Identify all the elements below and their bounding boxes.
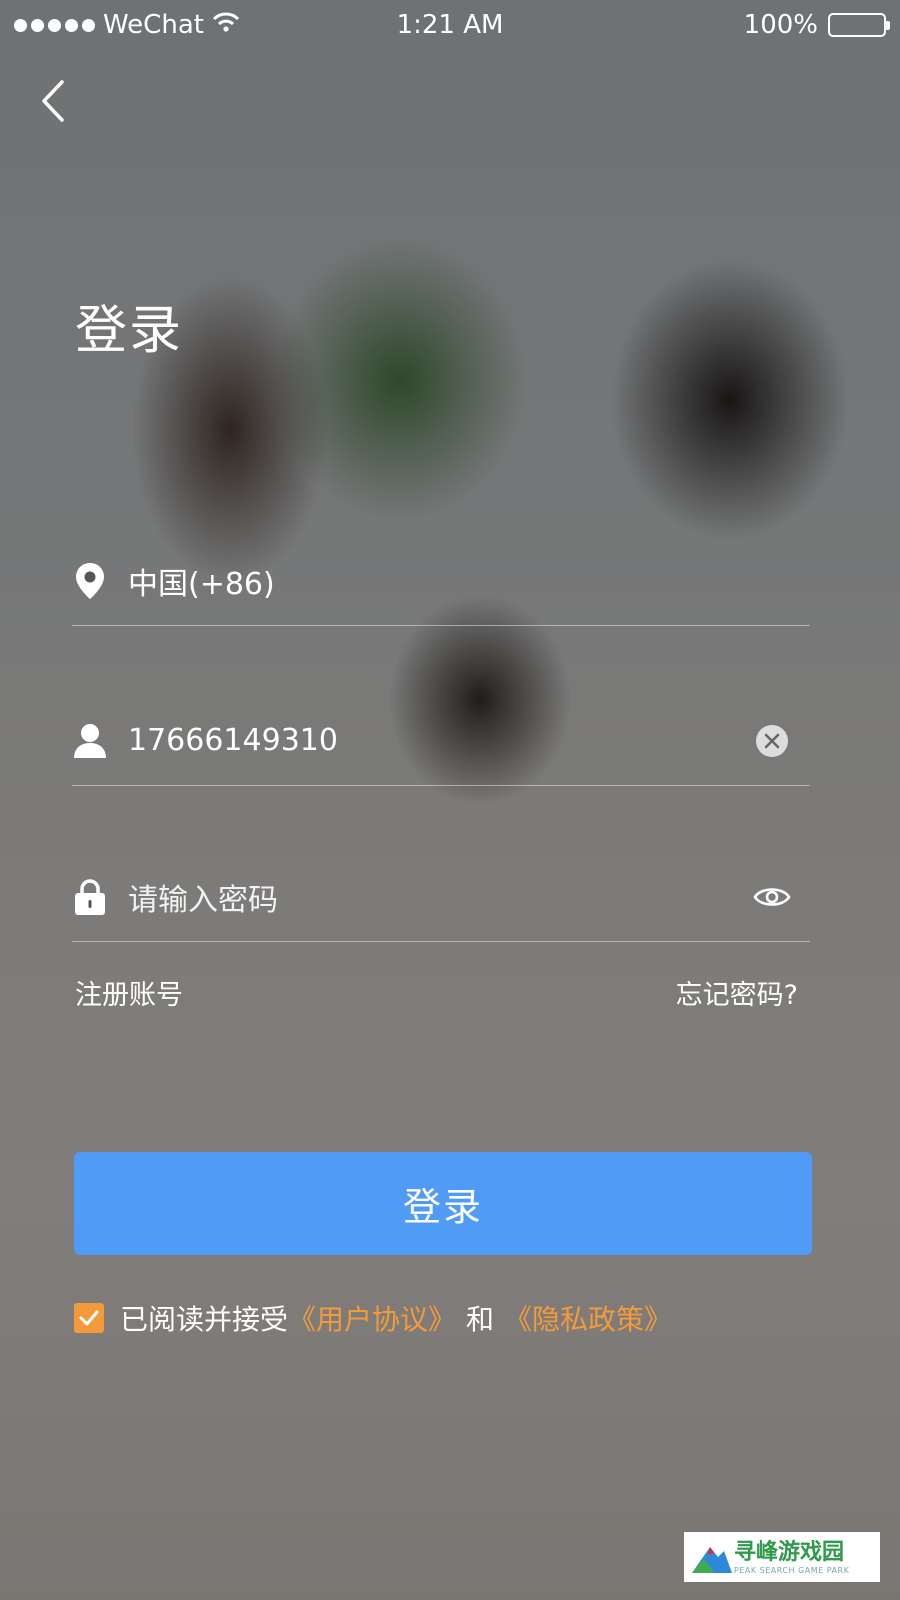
location-pin-icon [72, 561, 108, 601]
login-button[interactable]: 登录 [74, 1152, 812, 1255]
battery-percent: 100% [743, 10, 818, 40]
country-selector[interactable]: 中国(+86) [72, 536, 810, 626]
toggle-visibility-button[interactable] [752, 877, 792, 917]
watermark-logo: 寻峰游戏园 PEAK SEARCH GAME PARK [684, 1532, 880, 1582]
status-right: 100% [743, 10, 890, 40]
phone-value: 17666149310 [128, 723, 338, 758]
agreement-row: 已阅读并接受 《用户协议》 和 《隐私政策》 [74, 1298, 672, 1338]
password-placeholder: 请输入密码 [128, 882, 278, 918]
agreement-and: 和 [466, 1303, 495, 1336]
back-button[interactable] [38, 78, 78, 126]
watermark-text: 寻峰游戏园 PEAK SEARCH GAME PARK [734, 1540, 849, 1575]
user-agreement-link[interactable]: 《用户协议》 [288, 1298, 456, 1338]
lock-icon [72, 877, 108, 917]
country-code-value: 中国(+86) [128, 566, 275, 602]
phone-field[interactable]: 17666149310 [72, 696, 810, 786]
clear-icon [756, 724, 788, 757]
watermark-sub: PEAK SEARCH GAME PARK [734, 1565, 850, 1575]
password-field[interactable]: 请输入密码 [72, 852, 810, 942]
agreement-prefix: 已阅读并接受 [120, 1303, 289, 1336]
forgot-password-link[interactable]: 忘记密码? [676, 973, 798, 1012]
eye-icon [753, 887, 791, 906]
status-bar: WeChat 1:21 AM 100% [0, 0, 900, 52]
mountain-logo-icon [692, 1547, 732, 1573]
checkmark-icon [79, 1310, 99, 1326]
clear-button[interactable] [752, 721, 792, 761]
user-icon [72, 721, 108, 761]
register-link[interactable]: 注册账号 [75, 973, 183, 1012]
watermark-name: 寻峰游戏园 [734, 1539, 845, 1565]
page-title: 登录 [75, 301, 184, 361]
chevron-left-icon [42, 80, 64, 122]
battery-icon [828, 13, 890, 37]
privacy-policy-link[interactable]: 《隐私政策》 [504, 1298, 672, 1338]
background-photo-overlay [0, 0, 900, 1600]
agreement-checkbox[interactable] [74, 1303, 104, 1333]
login-screen: WeChat 1:21 AM 100% 登录 中国(+86) 176661493… [0, 0, 900, 1600]
